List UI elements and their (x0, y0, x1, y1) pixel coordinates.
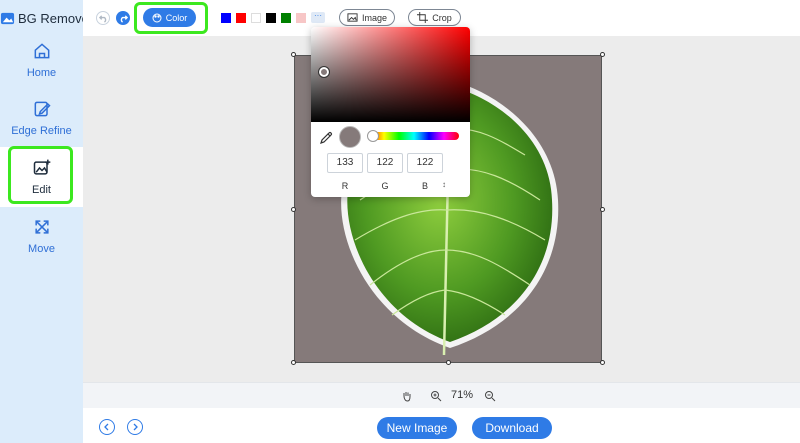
move-arrows-icon (34, 220, 49, 234)
undo-icon (98, 14, 106, 23)
green-input[interactable]: 122 (367, 153, 403, 173)
zoom-out-icon[interactable] (484, 390, 496, 402)
color-mode-toggle[interactable]: ↕ (442, 180, 446, 189)
image-button[interactable]: Image (339, 9, 395, 26)
zoom-bar: 71% (83, 382, 800, 408)
redo-icon (120, 14, 128, 23)
undo-button[interactable] (96, 11, 110, 25)
chevron-left-icon (104, 423, 109, 431)
resize-handle[interactable] (600, 52, 605, 57)
resize-handle[interactable] (600, 360, 605, 365)
red-input[interactable]: 133 (327, 153, 363, 173)
redo-button[interactable] (116, 11, 130, 25)
sidebar-item-edit[interactable]: Edit (0, 147, 83, 207)
hue-slider[interactable] (367, 130, 459, 142)
zoom-level: 71% (451, 389, 474, 401)
next-button[interactable] (127, 419, 143, 435)
hue-slider-thumb[interactable] (367, 130, 379, 142)
red-label: R (341, 181, 349, 191)
chevron-right-icon (133, 423, 138, 431)
more-colors-button[interactable]: ··· (311, 12, 325, 23)
resize-handle[interactable] (446, 360, 451, 365)
blue-input[interactable]: 122 (407, 153, 443, 173)
hand-icon[interactable] (401, 390, 413, 402)
saturation-value-area[interactable] (311, 27, 470, 122)
color-button-label: Color (165, 12, 188, 23)
swatch-red[interactable] (236, 13, 246, 23)
eyedropper-icon[interactable] (319, 131, 333, 145)
sidebar-item-label: Edge Refine (11, 125, 72, 137)
color-button[interactable]: Color (143, 8, 196, 27)
new-image-button[interactable]: New Image (377, 417, 457, 439)
home-icon (34, 43, 49, 59)
crop-button-label: Crop (432, 12, 452, 23)
swatch-pink[interactable] (296, 13, 306, 23)
swatch-blue[interactable] (221, 13, 231, 23)
sidebar-item-edge-refine[interactable]: Edge Refine (0, 89, 83, 147)
resize-handle[interactable] (291, 207, 296, 212)
image-icon (347, 13, 358, 22)
swatch-green[interactable] (281, 13, 291, 23)
zoom-in-icon[interactable] (430, 390, 442, 402)
app-title: BG Remover (18, 10, 94, 26)
color-preview (339, 126, 361, 148)
resize-handle[interactable] (600, 207, 605, 212)
image-button-label: Image (361, 12, 387, 23)
crop-button[interactable]: Crop (408, 9, 461, 26)
green-label: G (381, 181, 389, 191)
color-picker-popup: 133 122 122 R G B ↕ (311, 27, 470, 197)
sidebar: BG Remover Home Edge Refine Edit Move (0, 0, 93, 443)
sidebar-item-move[interactable]: Move (0, 207, 83, 265)
sidebar-item-label: Edit (32, 184, 51, 196)
palette-icon (152, 13, 162, 22)
blue-label: B (421, 181, 428, 191)
previous-button[interactable] (99, 419, 115, 435)
resize-handle[interactable] (291, 360, 296, 365)
app-logo-icon (0, 12, 15, 24)
edit-pen-icon (34, 101, 51, 117)
sidebar-item-label: Move (28, 243, 55, 255)
brand: BG Remover (0, 8, 93, 28)
swatch-black[interactable] (266, 13, 276, 23)
image-edit-icon (33, 159, 50, 175)
color-cursor[interactable] (318, 66, 330, 78)
footer: New Image Download (83, 408, 800, 443)
sidebar-item-label: Home (26, 67, 57, 79)
resize-handle[interactable] (291, 52, 296, 57)
download-button[interactable]: Download (472, 417, 552, 439)
sidebar-item-home[interactable]: Home (0, 31, 83, 89)
swatch-white[interactable] (251, 13, 261, 23)
crop-icon (417, 12, 429, 23)
